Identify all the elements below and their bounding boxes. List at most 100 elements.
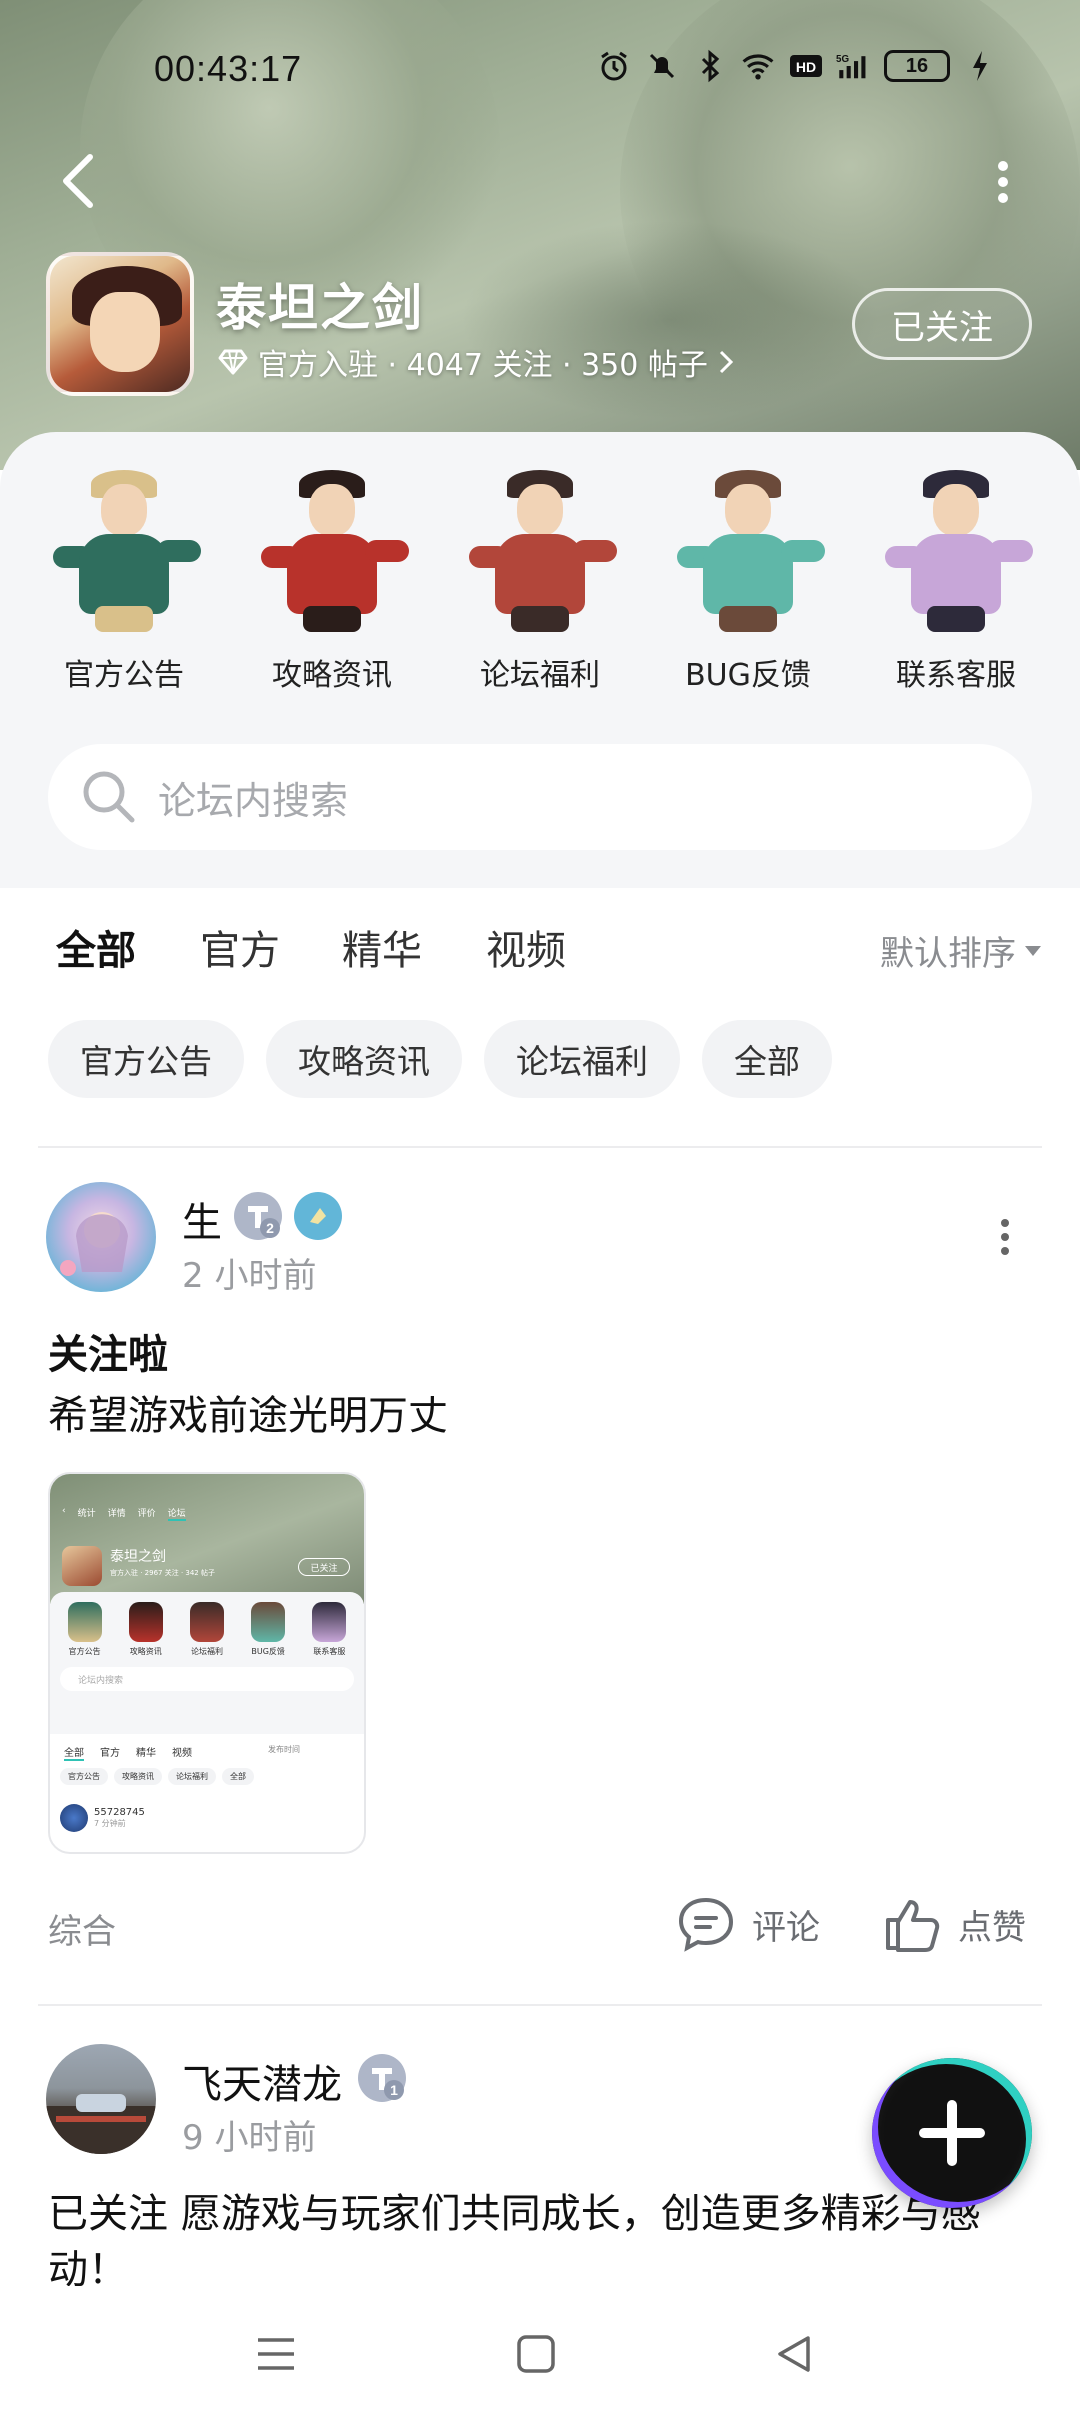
game-meta-text: 官方入驻 · 4047 关注 · 350 帖子 — [258, 348, 708, 383]
character-illustration — [39, 466, 209, 636]
level-badge: 1 — [358, 2054, 406, 2102]
quick-link-bug-report[interactable]: BUG反馈 — [653, 466, 843, 694]
divider — [38, 1146, 1042, 1148]
thumb-follow: 已关注 — [298, 1558, 350, 1576]
quick-link-official-notice[interactable]: 官方公告 — [29, 466, 219, 694]
avatar[interactable] — [46, 2044, 156, 2154]
charging-icon — [962, 48, 998, 84]
post-body: 已关注 愿游戏与玩家们共同成长，创造更多精彩与感动！ — [48, 2191, 981, 2286]
thumb-chip: 官方公告 — [60, 1768, 108, 1785]
diamond-icon — [218, 349, 248, 375]
thumb-search: 论坛内搜索 — [60, 1667, 354, 1691]
svg-text:HD: HD — [796, 59, 816, 75]
avatar[interactable] — [46, 1182, 156, 1292]
more-options-button[interactable] — [978, 150, 1028, 214]
system-nav-bar — [0, 2294, 1080, 2412]
back-nav-button[interactable] — [764, 2324, 824, 2384]
sort-label: 默认排序 — [880, 934, 1016, 974]
thumb-subtab: 全部 — [64, 1744, 84, 1761]
battery-indicator: 16 — [884, 50, 950, 82]
comment-button[interactable]: 评论 — [676, 1896, 820, 1952]
thumb-chip: 论坛福利 — [168, 1768, 216, 1785]
chip-all[interactable]: 全部 — [702, 1020, 832, 1098]
alarm-icon — [596, 48, 632, 84]
menu-button[interactable] — [246, 2324, 306, 2384]
game-meta[interactable]: 官方入驻 · 4047 关注 · 350 帖子 — [218, 340, 734, 384]
status-time: 00:43:17 — [154, 48, 303, 89]
quick-link-forum-benefits[interactable]: 论坛福利 — [445, 466, 635, 694]
hd-icon: HD — [788, 48, 824, 84]
quick-link-label: 联系客服 — [896, 658, 1016, 693]
like-button[interactable]: 点赞 — [884, 1896, 1026, 1952]
square-icon — [517, 2335, 555, 2373]
character-illustration — [455, 466, 625, 636]
game-icon — [46, 252, 194, 396]
post-category[interactable]: 综合 — [48, 1904, 116, 1953]
quick-link-guides[interactable]: 攻略资讯 — [237, 466, 427, 694]
chip-official-notice[interactable]: 官方公告 — [48, 1020, 244, 1098]
category-chips: 官方公告 攻略资讯 论坛福利 全部 — [48, 1020, 832, 1098]
comment-label: 评论 — [752, 1907, 820, 1948]
thumb-game-icon — [62, 1546, 102, 1586]
back-button[interactable] — [50, 148, 106, 214]
level-badge: 2 — [234, 1192, 282, 1240]
tab-featured[interactable]: 精华 — [342, 918, 422, 976]
search-icon — [83, 771, 135, 823]
thumb-chips: 官方公告 攻略资讯 论坛福利 全部 — [60, 1768, 254, 1785]
triangle-back-icon — [778, 2336, 810, 2372]
game-title: 泰坦之剑 — [216, 279, 424, 337]
follow-button[interactable]: 已关注 — [852, 288, 1032, 360]
thumb-cell-label: 联系客服 — [313, 1647, 346, 1656]
tab-all[interactable]: 全部 — [56, 918, 136, 986]
chip-guides[interactable]: 攻略资讯 — [266, 1020, 462, 1098]
post-username[interactable]: 飞天潜龙 — [182, 2052, 342, 2110]
search-input[interactable]: 论坛内搜索 — [48, 744, 1032, 850]
tab-official[interactable]: 官方 — [200, 918, 280, 976]
post-title: 关注啦 — [48, 1332, 168, 1378]
tab-video[interactable]: 视频 — [486, 918, 566, 976]
thumb-time: 7 分钟前 — [94, 1819, 126, 1828]
bluetooth-icon — [692, 48, 728, 84]
thumb-cell-label: 攻略资讯 — [129, 1647, 162, 1656]
svg-text:5G: 5G — [836, 54, 849, 65]
thumb-back-icon: ‹ — [62, 1506, 66, 1516]
thumb-panel: 官方公告 攻略资讯 论坛福利 BUG反馈 联系客服 论坛内搜索 — [50, 1592, 364, 1734]
thumb-subtab: 视频 — [172, 1748, 192, 1759]
menu-icon — [258, 2338, 294, 2370]
more-vertical-icon — [1001, 1219, 1009, 1255]
forum-panel: 官方公告 攻略资讯 论坛福利 BUG反馈 联系客服 论坛内搜索 — [0, 432, 1080, 888]
sort-dropdown[interactable]: 默认排序 — [880, 926, 1042, 975]
chevron-left-icon — [63, 154, 93, 208]
quick-link-customer-service[interactable]: 联系客服 — [861, 466, 1051, 694]
character-illustration — [871, 466, 1041, 636]
status-icons: HD 5G 16 — [596, 48, 998, 84]
caret-down-icon — [1025, 945, 1041, 956]
quick-link-label: BUG反馈 — [685, 658, 811, 693]
forum-header: 00:43:17 HD 5G 16 泰坦之剑 官方入驻 · 4047 关注 · … — [0, 0, 1080, 470]
search-placeholder: 论坛内搜索 — [158, 778, 349, 823]
svg-text:2: 2 — [266, 1220, 274, 1236]
character-illustration — [247, 466, 417, 636]
mute-bell-icon — [644, 48, 680, 84]
status-bar: 00:43:17 HD 5G 16 — [0, 40, 1080, 100]
post-more-button[interactable] — [990, 1212, 1020, 1262]
create-post-button[interactable] — [872, 2058, 1032, 2208]
thumb-chip: 全部 — [222, 1768, 254, 1785]
wifi-icon — [740, 48, 776, 84]
post-body: 希望游戏前途光明万丈 — [48, 1393, 448, 1439]
thumb-subtab: 官方 — [100, 1748, 120, 1759]
thumb-cell-label: BUG反馈 — [251, 1647, 285, 1656]
home-button[interactable] — [506, 2324, 566, 2384]
quick-link-label: 论坛福利 — [480, 658, 600, 693]
chip-forum-benefits[interactable]: 论坛福利 — [484, 1020, 680, 1098]
thumbs-up-icon — [886, 1900, 940, 1952]
thumb-sort: 发布时间 — [268, 1745, 300, 1754]
chevron-right-icon — [719, 350, 734, 374]
thumb-username: 55728745 — [94, 1807, 145, 1818]
header-artwork — [460, 220, 880, 420]
post-username[interactable]: 生 — [182, 1190, 222, 1248]
thumb-user: 55728745 7 分钟前 — [60, 1804, 145, 1832]
post-image[interactable]: ‹ 统计 详情 评价 论坛 泰坦之剑 官方入驻 · 2967 关注 · 342 … — [48, 1472, 366, 1854]
thumb-tab: 详情 — [107, 1509, 126, 1519]
filter-tabs: 全部 官方 精华 视频 默认排序 — [0, 888, 1080, 1008]
